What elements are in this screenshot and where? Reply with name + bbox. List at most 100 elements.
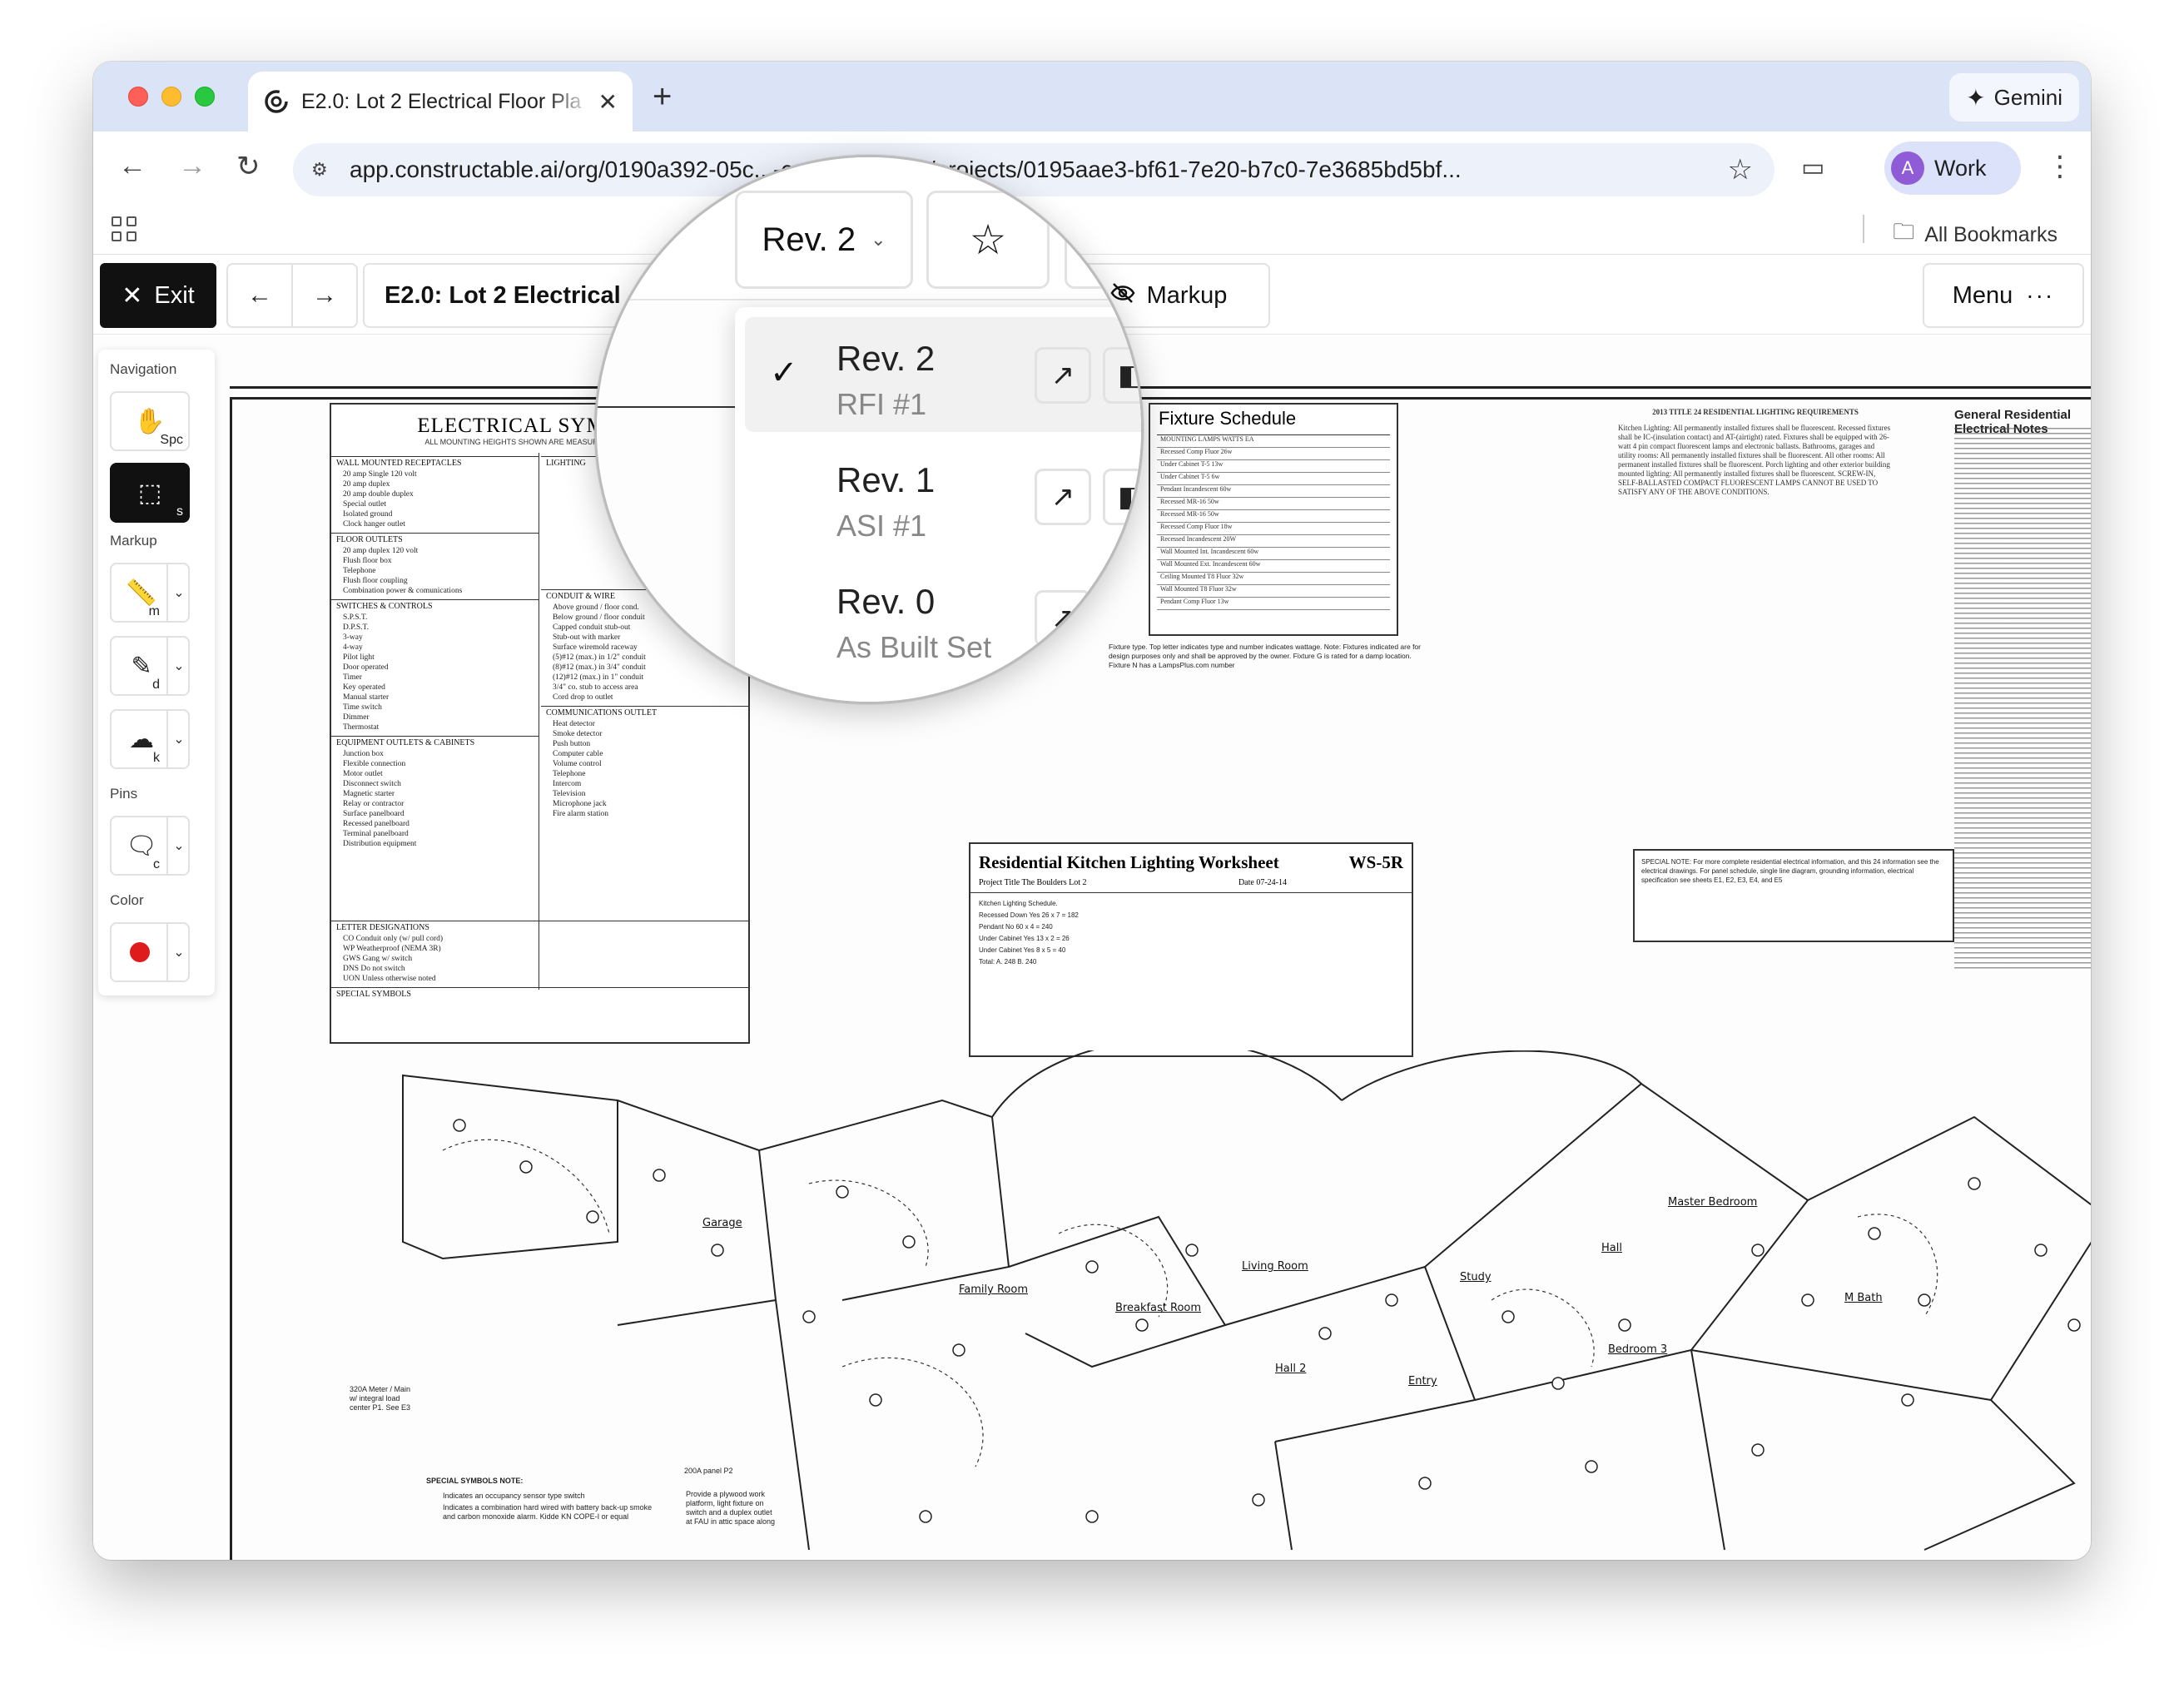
light-fixture-symbol: [453, 1119, 466, 1132]
fixture-row: Under Cabinet T-5 6w: [1157, 473, 1390, 485]
menu-button[interactable]: Menu ···: [1923, 263, 2084, 328]
markup-label: Markup: [1146, 281, 1228, 309]
legend-row: Flush floor coupling: [343, 577, 408, 585]
favorite-button[interactable]: ☆: [926, 191, 1050, 289]
room-label-entry: Entry: [1408, 1375, 1437, 1388]
open-external-icon[interactable]: ↗: [1035, 590, 1091, 647]
compare-icon[interactable]: ◧: [1103, 347, 1141, 404]
gemini-label: Gemini: [1993, 84, 2062, 110]
arrow-right-icon: →: [312, 281, 337, 309]
gemini-sparkle-icon: ✦: [1966, 84, 1986, 111]
previous-sheet-button[interactable]: ←: [226, 263, 293, 328]
next-sheet-button[interactable]: →: [291, 263, 358, 328]
measure-tool-button[interactable]: 📏 m ⌄: [110, 563, 190, 623]
kitchen-lighting-worksheet: Residential Kitchen Lighting Worksheet WS…: [969, 842, 1413, 1057]
legend-row: Magnetic starter: [343, 790, 395, 798]
revision-option[interactable]: Rev. 0 As Built Set ↗: [745, 560, 1141, 675]
legend-row: 3-way: [343, 633, 363, 642]
chevron-down-icon[interactable]: ⌄: [166, 924, 190, 981]
chevron-down-icon[interactable]: ⌄: [166, 564, 190, 621]
minimize-window-button[interactable]: [161, 87, 181, 107]
legend-comm-rows: Heat detector Smoke detector Push button Co…: [541, 719, 749, 819]
open-external-icon[interactable]: ↗: [1035, 347, 1091, 404]
room-label-master-bedroom: Master Bedroom: [1668, 1196, 1758, 1209]
light-fixture-symbol: [1418, 1477, 1432, 1490]
chevron-down-icon[interactable]: ⌄: [166, 638, 190, 694]
light-fixture-symbol: [1502, 1310, 1515, 1323]
kitchen-project-title: Project Title The Boulders Lot 2: [979, 878, 1087, 887]
fixture-row: Pendant Incandescent 60w: [1157, 485, 1390, 498]
legend-section-switches: SWITCHES & CONTROLS: [331, 599, 539, 613]
comment-pin-button[interactable]: 🗨 c ⌄: [110, 816, 190, 876]
light-fixture-symbol: [2034, 1244, 2048, 1257]
legend-row: D.P.S.T.: [343, 623, 369, 632]
gemini-button[interactable]: ✦ Gemini: [1949, 73, 2079, 122]
back-arrow-icon[interactable]: ←: [118, 150, 146, 182]
toolbar-button-partial[interactable]: [1065, 191, 1141, 289]
exit-label: Exit: [154, 281, 195, 309]
legend-row: Volume control: [553, 760, 602, 768]
menu-label: Menu: [1952, 281, 2013, 309]
chevron-down-icon[interactable]: ⌄: [166, 711, 190, 767]
revision-option[interactable]: ✓ Rev. 2 RFI #1 ↗ ◧: [745, 317, 1141, 432]
legend-row: Isolated ground: [343, 510, 393, 519]
legend-row: Intercom: [553, 780, 582, 788]
light-fixture-symbol: [1585, 1460, 1598, 1473]
tool-panel: Navigation ✋ Spc ⬚ s Markup 📏 m ⌄ ✎ d ⌄ …: [98, 350, 215, 995]
reload-icon[interactable]: ↻: [236, 150, 261, 183]
legend-row: Push button: [553, 740, 591, 748]
pan-tool-button[interactable]: ✋ Spc: [110, 391, 190, 451]
browser-tab[interactable]: E2.0: Lot 2 Electrical Floor Pla ✕: [248, 72, 633, 132]
legend-row: Flush floor box: [343, 557, 392, 565]
light-fixture-symbol: [653, 1169, 666, 1182]
light-fixture-symbol: [1135, 1318, 1149, 1332]
compare-icon[interactable]: ◧: [1103, 469, 1141, 525]
color-picker-button[interactable]: ⌄: [110, 922, 190, 982]
legend-wall-rows: 20 amp Single 120 volt 20 amp duplex 20 am…: [331, 469, 539, 529]
attic-access-note: Provide a plywood work platform, light f…: [686, 1490, 776, 1526]
exit-button[interactable]: ✕ Exit: [100, 263, 216, 328]
all-bookmarks-button[interactable]: 🗀 All Bookmarks: [1893, 216, 2057, 253]
legend-row: 20 amp duplex 120 volt: [343, 547, 419, 555]
room-label-breakfast-room: Breakfast Room: [1115, 1302, 1202, 1314]
close-window-button[interactable]: [128, 87, 148, 107]
color-label: Color: [110, 892, 144, 908]
apps-grid-icon[interactable]: [112, 216, 136, 241]
search-tabs-icon[interactable]: ▭: [1801, 153, 1824, 182]
light-fixture-symbol: [1918, 1293, 1931, 1307]
bookmark-star-icon[interactable]: ☆: [1728, 153, 1753, 186]
fixture-row: Wall Mounted Ext. Incandescent 60w: [1157, 560, 1390, 573]
chevron-down-icon[interactable]: ⌄: [166, 817, 190, 874]
cloud-icon: ☁: [129, 725, 154, 753]
close-tab-icon[interactable]: ✕: [598, 88, 618, 116]
floor-plan-drawing: [402, 1050, 2091, 1551]
light-fixture-symbol: [1618, 1318, 1631, 1332]
light-fixture-symbol: [1185, 1244, 1199, 1257]
pencil-icon: ✎: [131, 652, 152, 680]
legend-row: Heat detector: [553, 720, 595, 728]
revision-select[interactable]: Rev. 2 ⌄: [735, 191, 913, 289]
cloud-tool-button[interactable]: ☁ k ⌄: [110, 709, 190, 769]
measure-shortcut: m: [148, 604, 160, 618]
room-label-living-room: Living Room: [1242, 1260, 1308, 1273]
maximize-window-button[interactable]: [195, 87, 215, 107]
open-external-icon[interactable]: ↗: [1035, 469, 1091, 525]
fixture-row: Pendant Comp Fluor 13w: [1157, 598, 1390, 610]
new-tab-button[interactable]: +: [653, 78, 672, 116]
light-fixture-symbol: [1751, 1244, 1765, 1257]
light-fixture-symbol: [869, 1393, 882, 1407]
select-tool-button[interactable]: ⬚ s: [110, 463, 190, 523]
legend-row: Time switch: [343, 703, 382, 712]
forward-arrow-icon[interactable]: →: [178, 150, 206, 182]
sort-chevrons-icon[interactable]: ⌃: [653, 202, 682, 241]
legend-row: Distribution equipment: [343, 840, 417, 848]
draw-tool-button[interactable]: ✎ d ⌄: [110, 636, 190, 696]
revision-option[interactable]: Rev. 1 ASI #1 ↗ ◧: [745, 439, 1141, 554]
legend-row: 20 amp double duplex: [343, 490, 414, 499]
browser-menu-icon[interactable]: ⋮: [2046, 150, 2074, 183]
legend-row: Relay or contractor: [343, 800, 405, 808]
special-symbols-note-2: Indicates a combination hard wired with …: [443, 1503, 653, 1521]
fixture-row: Recessed Comp Fluor 18w: [1157, 523, 1390, 535]
profile-button[interactable]: A Work: [1884, 141, 2021, 195]
site-settings-icon[interactable]: ⚙: [311, 159, 340, 181]
